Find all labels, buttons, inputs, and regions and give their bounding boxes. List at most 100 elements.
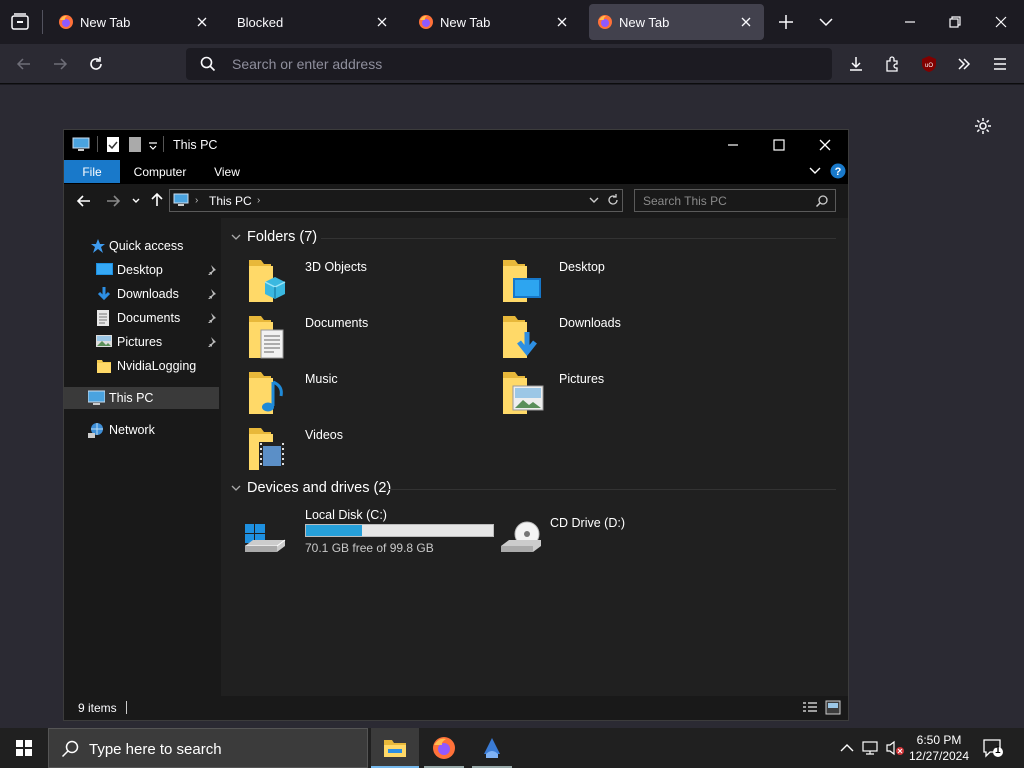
pin-icon[interactable] [206,289,216,299]
minimize-icon[interactable] [724,136,742,154]
drives-group-header[interactable]: Devices and drives (2) [231,480,391,496]
breadcrumb-this-pc[interactable]: This PC [209,194,252,208]
windows-taskbar: Type here to search 6:50 PM 12/27/2024 1 [0,728,1024,768]
address-box[interactable]: › This PC › [169,189,623,212]
ublock-origin-icon[interactable]: uO [917,52,941,76]
drive-free-space: 70.1 GB free of 99.8 GB [305,541,434,555]
close-icon[interactable] [816,136,834,154]
taskbar-firefox[interactable] [420,728,468,768]
nav-item-nvidialogging[interactable]: NvidiaLogging [64,355,219,377]
details-view-icon[interactable] [802,701,818,715]
minimize-icon[interactable] [900,12,920,32]
address-history-icon[interactable] [588,196,600,206]
pin-icon[interactable] [206,313,216,323]
customize-toolbar-icon[interactable] [148,142,158,150]
forward-icon[interactable] [48,52,72,76]
action-center-icon[interactable]: 1 [982,738,1004,758]
taskbar-search-box[interactable]: Type here to search [48,728,368,768]
nav-item-pictures[interactable]: Pictures [64,331,219,353]
more-tools-icon[interactable] [952,52,976,76]
folder-pictures[interactable]: Pictures [501,370,741,420]
properties-icon[interactable] [106,136,120,153]
restore-icon[interactable] [945,12,965,32]
group-divider [321,238,836,239]
forward-arrow-icon[interactable] [105,193,121,209]
reload-icon[interactable] [84,52,108,76]
folder-music[interactable]: Music [247,370,487,420]
maximize-icon[interactable] [770,136,788,154]
folder-3d-objects[interactable]: 3D Objects [247,258,487,308]
explorer-content-pane: Folders (7) 3D Objects Desktop Documents [221,218,848,696]
firefox-icon [418,14,434,30]
nav-label: This PC [109,391,154,405]
taskbar-clock[interactable]: 6:50 PM 12/27/2024 [904,732,974,764]
browser-tab-4-active[interactable]: New Tab [589,4,764,40]
show-hidden-icons-icon[interactable] [840,742,854,754]
ribbon-tab-file[interactable]: File [64,160,120,183]
address-bar[interactable]: Search or enter address [186,48,832,80]
nav-item-documents[interactable]: Documents [64,307,219,329]
nav-item-downloads[interactable]: Downloads [64,283,219,305]
downloads-toolbar-icon[interactable] [844,52,868,76]
firefox-icon [597,14,613,30]
expand-ribbon-icon[interactable] [809,166,821,176]
network-status-icon[interactable] [862,740,880,756]
up-arrow-icon[interactable] [149,192,165,208]
folder-downloads[interactable]: Downloads [501,314,741,364]
firefox-icon [58,14,74,30]
menu-icon[interactable] [988,52,1012,76]
recent-locations-icon[interactable] [131,196,141,206]
nav-item-desktop[interactable]: Desktop [64,259,219,281]
network-icon [88,422,104,438]
folders-group-header[interactable]: Folders (7) [231,229,317,245]
back-icon[interactable] [12,52,36,76]
folder-icon [96,358,112,374]
drive-local-disk-c[interactable]: Local Disk (C:) 70.1 GB free of 99.8 GB [241,508,494,560]
nav-item-network[interactable]: Network [64,419,219,441]
list-all-tabs-icon[interactable] [816,12,836,32]
close-tab-icon[interactable] [194,14,210,30]
volume-muted-icon[interactable] [885,740,905,756]
nav-item-this-pc[interactable]: This PC [64,387,219,409]
folder-desktop[interactable]: Desktop [501,258,741,308]
close-window-icon[interactable] [991,12,1011,32]
browser-tab-1[interactable]: New Tab [44,4,220,40]
taskbar-file-explorer[interactable] [371,728,419,768]
new-tab-icon[interactable] [776,12,796,32]
breadcrumb-chevron-icon[interactable]: › [257,195,260,206]
back-arrow-icon[interactable] [76,193,92,209]
folder-documents[interactable]: Documents [247,314,487,364]
nav-label: Desktop [117,263,163,277]
browser-tab-3[interactable]: New Tab [404,4,580,40]
refresh-icon[interactable] [606,193,620,207]
large-icons-view-icon[interactable] [825,700,841,715]
new-folder-icon[interactable] [128,136,142,153]
pin-icon[interactable] [206,265,216,275]
browser-tab-2[interactable]: Blocked [222,4,400,40]
search-icon [61,740,79,758]
nav-quick-access[interactable]: Quick access [64,235,219,257]
firefox-view-icon[interactable] [10,12,30,32]
close-tab-icon[interactable] [374,14,390,30]
cd-drive-icon [497,510,545,556]
close-tab-icon[interactable] [554,14,570,30]
drive-cd-d[interactable]: CD Drive (D:) [497,510,737,560]
pin-icon[interactable] [206,337,216,347]
close-tab-icon[interactable] [738,14,754,30]
divider [97,136,98,152]
ribbon-tab-view[interactable]: View [204,160,250,183]
folder-name: Desktop [559,260,605,274]
help-icon[interactable]: ? [830,163,846,179]
windows-start-icon[interactable] [16,740,32,756]
taskbar-app-3[interactable] [468,728,516,768]
search-icon [200,56,216,72]
tab-title: New Tab [80,14,131,30]
settings-gear-icon[interactable] [973,116,993,136]
extensions-icon[interactable] [881,52,905,76]
folder-name: Videos [305,428,343,442]
ribbon-tab-computer[interactable]: Computer [124,160,196,183]
folder-videos[interactable]: Videos [247,426,487,476]
search-this-pc-input[interactable]: Search This PC [634,189,836,212]
drive-usage-bar [305,524,494,537]
divider [163,136,164,152]
